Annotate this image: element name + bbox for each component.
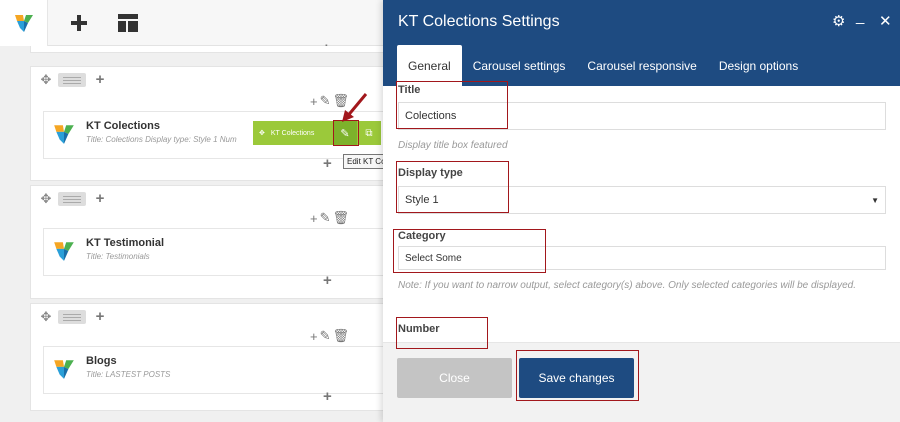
close-button[interactable]: Close bbox=[397, 358, 512, 398]
panel-footer: Close Save changes bbox=[383, 342, 900, 422]
element-toolbar-label: KT Colections bbox=[270, 129, 315, 137]
row-top-partial bbox=[30, 46, 400, 53]
highlight-category bbox=[393, 229, 546, 273]
column-edit-icon[interactable]: ✎ bbox=[320, 210, 331, 226]
templates-button[interactable] bbox=[104, 0, 152, 46]
add-element-plus[interactable]: + bbox=[323, 388, 332, 405]
arrow-annotation-icon bbox=[342, 93, 368, 122]
title-help: Display title box featured bbox=[398, 140, 508, 151]
element-subtitle: Title: LASTEST POSTS bbox=[86, 370, 171, 379]
panel-header: KT Colections Settings ⚙ _ ✕ General Car… bbox=[383, 0, 900, 86]
tab-carousel-settings[interactable]: Carousel settings bbox=[462, 45, 577, 86]
row-move-icon[interactable]: ✥ bbox=[39, 192, 53, 206]
vc-element-icon bbox=[54, 360, 74, 379]
gear-icon[interactable]: ⚙ bbox=[832, 12, 845, 30]
row-blogs: ✥ + + ✎ 🗑 Blogs Title: LASTEST POSTS + bbox=[30, 303, 400, 411]
row-layout-icon[interactable] bbox=[58, 310, 86, 324]
column-delete-icon[interactable]: 🗑 bbox=[333, 328, 350, 344]
highlight-title bbox=[396, 81, 508, 129]
row-add-icon[interactable]: + bbox=[91, 191, 109, 206]
dropdown-arrow-icon: ▼ bbox=[871, 195, 879, 205]
minimize-icon[interactable]: _ bbox=[856, 8, 864, 25]
row-add-icon[interactable]: + bbox=[91, 72, 109, 87]
category-help: Note: If you want to narrow output, sele… bbox=[398, 280, 857, 291]
element-subtitle: Title: Colections Display type: Style 1 … bbox=[86, 135, 237, 144]
column-edit-icon[interactable]: ✎ bbox=[320, 328, 331, 344]
vc-logo-icon[interactable] bbox=[0, 0, 48, 46]
row-layout-icon[interactable] bbox=[58, 192, 86, 206]
column-add-icon[interactable]: + bbox=[310, 329, 318, 344]
element-blogs[interactable]: Blogs Title: LASTEST POSTS bbox=[43, 346, 388, 394]
element-title: KT Testimonial bbox=[86, 237, 165, 249]
vc-element-icon bbox=[54, 125, 74, 144]
column-delete-icon[interactable]: 🗑 bbox=[333, 210, 350, 226]
row-layout-icon[interactable] bbox=[58, 73, 86, 87]
panel-title: KT Colections Settings bbox=[398, 13, 560, 30]
highlight-number bbox=[396, 317, 488, 349]
highlight-display-type bbox=[396, 161, 509, 213]
add-element-plus[interactable]: + bbox=[323, 272, 332, 289]
row-add-icon[interactable]: + bbox=[91, 309, 109, 324]
add-element-plus[interactable]: + bbox=[323, 155, 332, 172]
row-move-icon[interactable]: ✥ bbox=[39, 73, 53, 87]
column-add-icon[interactable]: + bbox=[310, 94, 318, 109]
element-clone-button[interactable]: ⧉ bbox=[357, 121, 381, 145]
column-edit-icon[interactable]: ✎ bbox=[320, 93, 331, 109]
row-move-icon[interactable]: ✥ bbox=[39, 310, 53, 324]
tab-design-options[interactable]: Design options bbox=[708, 45, 809, 86]
column-add-icon[interactable]: + bbox=[310, 211, 318, 226]
element-subtitle: Title: Testimonials bbox=[86, 252, 150, 261]
plus-icon bbox=[71, 15, 87, 31]
row-kt-testimonial: ✥ + + ✎ 🗑 KT Testimonial Title: Testimon… bbox=[30, 185, 400, 299]
element-move-handle[interactable]: ✥ KT Colections bbox=[253, 121, 333, 145]
element-title: Blogs bbox=[86, 355, 117, 367]
element-kt-testimonial[interactable]: KT Testimonial Title: Testimonials bbox=[43, 228, 388, 276]
move-icon: ✥ bbox=[259, 130, 265, 137]
layout-icon bbox=[118, 14, 138, 32]
add-element-button[interactable] bbox=[55, 0, 103, 46]
tab-general[interactable]: General bbox=[397, 45, 462, 86]
settings-panel: KT Colections Settings ⚙ _ ✕ General Car… bbox=[383, 0, 900, 422]
clone-icon: ⧉ bbox=[365, 127, 373, 139]
close-icon[interactable]: ✕ bbox=[879, 12, 892, 30]
tab-carousel-responsive[interactable]: Carousel responsive bbox=[576, 45, 707, 86]
element-title: KT Colections bbox=[86, 120, 160, 132]
element-hover-toolbar: ✥ KT Colections ✎ ⧉ bbox=[253, 121, 381, 145]
highlight-save bbox=[516, 350, 639, 401]
panel-tabs: General Carousel settings Carousel respo… bbox=[397, 45, 809, 86]
vc-element-icon bbox=[54, 242, 74, 261]
